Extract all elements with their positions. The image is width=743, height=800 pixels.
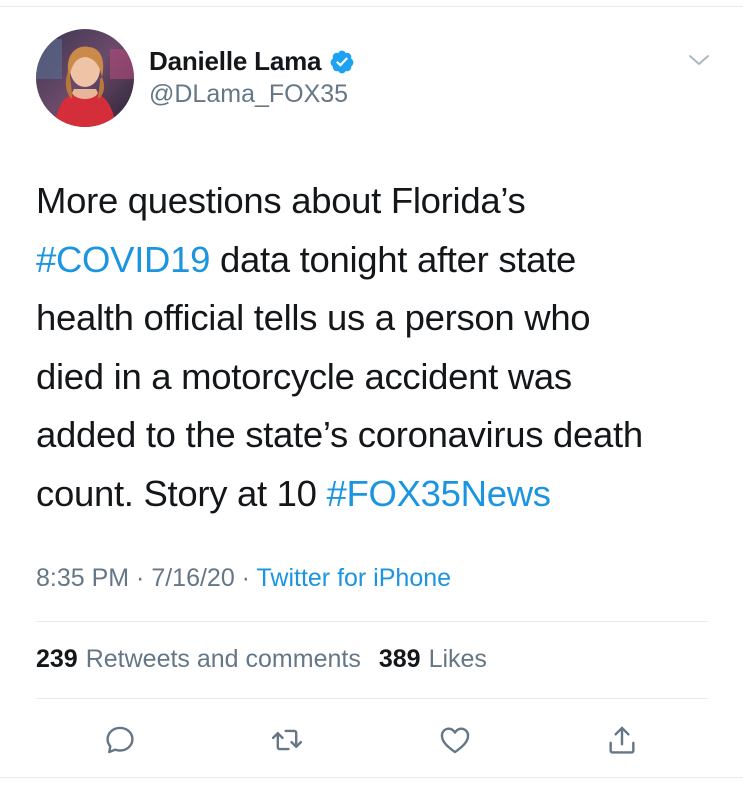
reply-button[interactable] (102, 722, 138, 758)
tweet-text-segment: count. Story at 10 (36, 472, 327, 514)
retweets-stat[interactable]: 239 Retweets and comments (36, 645, 361, 674)
retweet-button[interactable] (269, 722, 305, 758)
tweet-text-segment: died in a motorcycle accident was (36, 355, 572, 397)
tweet-source-link[interactable]: Twitter for iPhone (257, 564, 452, 592)
author-display-name[interactable]: Danielle Lama (149, 46, 321, 77)
tweet-text-line: #COVID19 data tonight after state (36, 231, 716, 290)
tweet-text-line: count. Story at 10 #FOX35News (36, 465, 716, 524)
chevron-down-icon[interactable] (686, 50, 712, 70)
author-name-row[interactable]: Danielle Lama (149, 46, 355, 77)
author-handle[interactable]: @DLama_FOX35 (149, 80, 348, 109)
tweet-text-line: died in a motorcycle accident was (36, 348, 716, 407)
avatar[interactable] (36, 29, 134, 127)
tweet-text-line: added to the state’s coronavirus death (36, 406, 716, 465)
heart-outline-icon (440, 727, 470, 754)
comment-bubble-icon (106, 726, 134, 754)
retweet-arrows-icon (271, 729, 303, 751)
retweets-count: 239 (36, 645, 78, 673)
tweet-stats: 239 Retweets and comments 389 Likes (36, 645, 487, 674)
bottom-divider (0, 777, 743, 778)
verified-badge-icon (330, 50, 354, 73)
tweet-timestamp[interactable]: 8:35 PM · 7/16/20 · (36, 564, 257, 592)
stats-divider-bottom (36, 698, 708, 699)
share-button[interactable] (604, 722, 640, 758)
tweet-text-line: More questions about Florida’s (36, 172, 716, 231)
likes-stat[interactable]: 389 Likes (379, 645, 487, 674)
tweet-text-segment: More questions about Florida’s (36, 180, 526, 221)
like-button[interactable] (437, 722, 473, 758)
likes-count: 389 (378, 645, 421, 673)
retweets-label: Retweets and comments (85, 645, 361, 673)
tweet-text-segment: added to the state’s coronavirus death (36, 414, 643, 455)
top-divider (0, 6, 743, 7)
tweet-text: More questions about Florida’s #COVID19 d… (36, 172, 716, 523)
tweet-text-segment: data tonight after state (210, 238, 576, 280)
stats-divider-top (36, 621, 708, 622)
tweet-text-line: health official tells us a person who (36, 289, 716, 348)
hashtag-link[interactable]: #COVID19 (36, 239, 210, 280)
tweet-meta: 8:35 PM · 7/16/20 · Twitter for iPhone (36, 564, 451, 593)
tweet-text-segment: health official tells us a person who (36, 297, 591, 338)
share-upload-icon (609, 726, 635, 754)
hashtag-link[interactable]: #FOX35News (327, 473, 552, 514)
likes-label: Likes (428, 645, 487, 673)
